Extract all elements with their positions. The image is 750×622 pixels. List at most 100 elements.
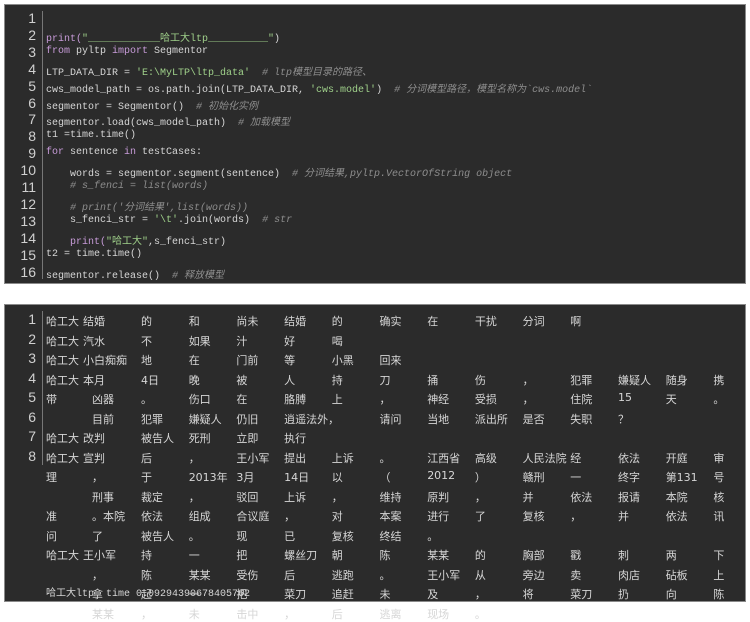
line-number: 15 <box>20 246 36 263</box>
line-number: 6 <box>28 94 36 111</box>
output-token: 死刑 <box>188 432 211 445</box>
code-token-kw: import <box>112 45 149 57</box>
code-token-plain: s_fenci_str = <box>46 214 155 226</box>
output-token: 哈工大 <box>46 334 79 348</box>
output-token: 被告人 <box>141 432 174 445</box>
output-token: 汽水 <box>83 334 105 348</box>
output-token: 嫌疑人 <box>188 412 222 426</box>
output-token: 王小军 <box>427 568 461 582</box>
output-token: 。 <box>141 393 152 406</box>
output-token: 胳膊 <box>284 393 307 406</box>
output-token: 请问 <box>379 412 402 426</box>
code-token-plain: sentence <box>64 147 125 159</box>
output-token: 上 <box>331 393 343 406</box>
code-token-plain: segmentor.load(cws_model_path) <box>46 118 239 130</box>
output-token: 一 <box>570 471 582 484</box>
output-line-number: 5 <box>28 389 36 405</box>
output-token: 并 <box>618 510 629 523</box>
gutter-divider <box>42 11 43 279</box>
output-token: 复核 <box>331 529 354 543</box>
output-token: 某某 <box>188 568 211 582</box>
output-token: 失职 <box>570 412 593 426</box>
code-token-plain: LTP_DATA_DIR = <box>46 67 137 79</box>
output-token: ， <box>379 393 391 406</box>
code-line: for sentence in testCases: <box>46 147 202 158</box>
output-token: 扔 <box>618 588 629 601</box>
code-token-cmt: # 分词模型路径，模型名称为`cws.model` <box>394 84 593 96</box>
output-line-number: 4 <box>28 369 36 386</box>
output-token: 王小军 <box>83 549 116 562</box>
line-number: 7 <box>28 111 36 128</box>
output-token: 分词 <box>522 315 545 328</box>
timing-output: 哈工大ltp time 0.09294390678405762 <box>46 589 251 600</box>
output-token: 经 <box>570 451 582 465</box>
code-token-plain: t2 = time.time() <box>46 248 143 260</box>
code-token-kw: print( <box>46 236 107 248</box>
code-token-plain: Segmentor <box>148 45 209 57</box>
output-token: 复核 <box>522 510 545 523</box>
code-token-kw: from <box>46 45 71 57</box>
code-token-cmt: # 加载模型 <box>238 118 291 130</box>
output-token: 15 <box>618 391 632 404</box>
output-token: 人 <box>284 373 296 387</box>
output-token: 仍旧 <box>236 412 259 426</box>
output-token: 逍遥法外， <box>284 412 340 426</box>
output-token: 4日 <box>141 373 159 387</box>
code-token-cmt: # 初始化实例 <box>196 101 259 113</box>
output-token: 理 <box>46 471 57 484</box>
output-token: 后 <box>284 568 296 582</box>
output-token: ， <box>92 568 103 582</box>
output-token: 。 <box>188 529 200 543</box>
output-token: 朝 <box>331 549 343 562</box>
output-token: 后 <box>141 451 152 465</box>
output-token: 犯罪 <box>141 412 163 426</box>
output-token: 天 <box>665 393 677 406</box>
code-line: segmentor.load(cws_model_path) # 加载模型 <box>46 113 290 129</box>
output-token: 。 <box>713 393 725 406</box>
code-token-plain: pyltp <box>70 45 113 57</box>
output-token: 核 <box>713 490 725 504</box>
output-token: 追赶 <box>331 588 354 601</box>
code-token-str: 'E:\MyLTP\ltp_data' <box>136 67 251 79</box>
output-token: 在 <box>188 354 200 367</box>
output-token: 问 <box>46 529 57 543</box>
output-token: 菜刀 <box>284 588 307 601</box>
output-token: 第131 <box>665 471 698 484</box>
code-line: words = segmentor.segment(sentence) # 分词… <box>46 164 512 180</box>
output-token: 终字 <box>618 471 640 484</box>
output-token: 未 <box>188 607 200 621</box>
output-token: 和 <box>188 315 200 328</box>
output-token: 哈工大 <box>46 432 79 445</box>
output-token: 逃跑 <box>331 568 354 582</box>
output-token: 当地 <box>427 412 450 426</box>
output-token: 终结 <box>379 529 402 543</box>
output-token: 依法 <box>618 451 640 465</box>
output-token: 地 <box>141 354 152 367</box>
output-token: 凶器 <box>92 393 114 406</box>
output-token: ， <box>284 510 296 523</box>
code-token-str: "____________哈工大ltp__________" <box>82 33 275 45</box>
code-token-plain: ) <box>274 33 281 45</box>
output-token: 从 <box>474 568 486 582</box>
code-token-plain: segmentor = Segmentor() <box>46 101 197 113</box>
output-token: 哈工大 <box>46 373 79 387</box>
code-token-kw: for <box>46 147 65 159</box>
output-token: ， <box>331 490 343 504</box>
output-token: 刀 <box>379 373 391 387</box>
output-token: 赣刑 <box>522 471 545 484</box>
output-token: 某某 <box>92 607 114 621</box>
output-token: 高级 <box>474 451 497 465</box>
code-token-str: "哈工大" <box>106 236 149 248</box>
output-token: 哈工大 <box>46 451 79 465</box>
output-token: 目前 <box>92 412 114 426</box>
output-token: 被 <box>236 373 248 387</box>
output-token: ， <box>474 588 486 601</box>
output-token: 陈 <box>713 588 725 601</box>
output-token: 维持 <box>379 490 402 504</box>
output-token: 依法 <box>665 510 688 523</box>
output-line-number: 7 <box>28 428 36 444</box>
line-number: 2 <box>28 26 36 43</box>
output-token: 组成 <box>188 510 211 523</box>
output-token: 2013年 <box>188 471 228 484</box>
code-line: # s_fenci = list(words) <box>46 181 208 192</box>
